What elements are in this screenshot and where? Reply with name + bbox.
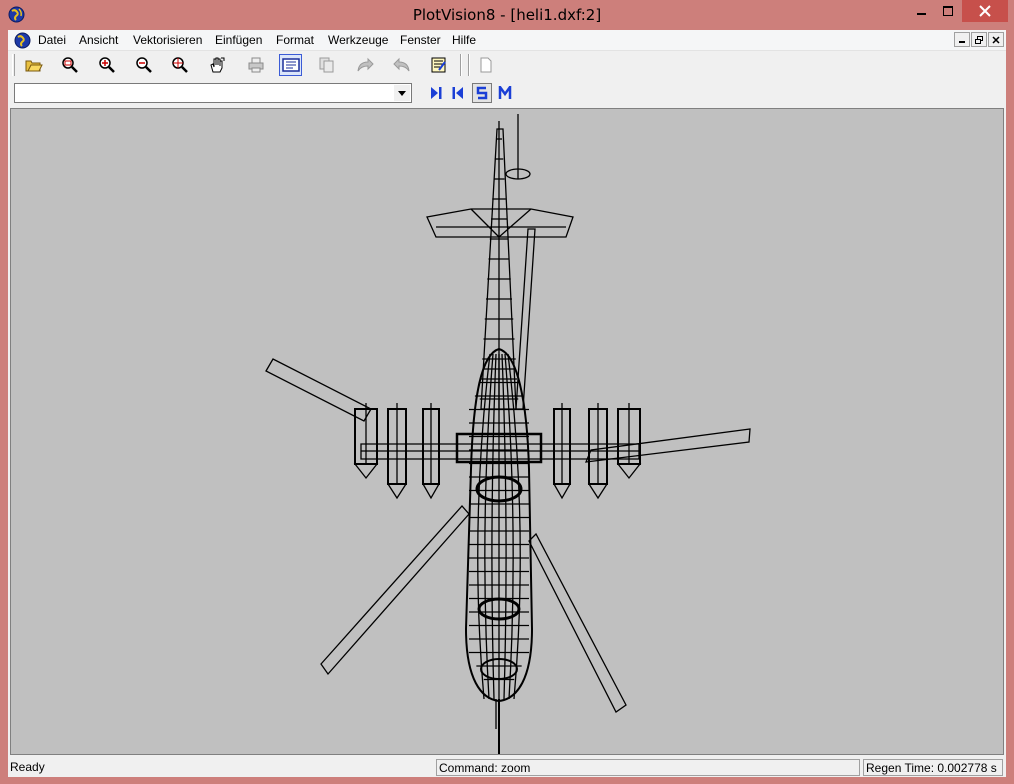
app-window: PlotVision8 - [heli1.dxf:2] Datei Ansich… (0, 0, 1014, 784)
new-page-icon (480, 57, 491, 73)
fuselage-stringer (507, 353, 521, 700)
rotor-blade (584, 428, 751, 463)
last-layout-icon (431, 87, 442, 99)
minimize-button[interactable] (908, 0, 935, 22)
zoom-in-icon (98, 57, 115, 73)
fuselage-stringer (501, 353, 507, 700)
mdi-close-button[interactable] (988, 32, 1004, 47)
copy-button[interactable] (315, 54, 338, 76)
menu-bar: Datei Ansicht Vektorisieren Einfügen For… (8, 30, 1006, 51)
mdi-controls (954, 32, 1004, 47)
open-folder-icon (25, 60, 43, 72)
toolbar-separator (468, 54, 470, 76)
rotor-blade (320, 505, 470, 676)
layout-toolbar (8, 80, 1006, 106)
status-bar: Ready Command: zoom Regen Time: 0.002778… (8, 758, 1006, 777)
zoom-out-button[interactable] (132, 54, 155, 76)
document-globe-icon[interactable] (14, 32, 31, 49)
zoom-extents-button[interactable] (168, 54, 191, 76)
model-space-icon (476, 86, 488, 100)
model-space-button[interactable] (472, 83, 492, 103)
last-layout-button[interactable] (426, 83, 446, 103)
status-regen-time: Regen Time: 0.002778 s (863, 759, 1003, 776)
toolbar-grip[interactable] (12, 54, 15, 76)
properties-icon (431, 57, 446, 73)
first-layout-button[interactable] (448, 83, 468, 103)
chevron-down-icon (398, 90, 406, 96)
menu-werkzeuge[interactable]: Werkzeuge (328, 33, 388, 47)
stabilizer-rib (498, 208, 532, 238)
restore-icon (975, 35, 983, 44)
zoom-window-button[interactable] (58, 54, 81, 76)
main-toolbar (8, 51, 1006, 79)
print-button[interactable] (244, 54, 267, 76)
menu-einfuegen[interactable]: Einfügen (215, 33, 262, 47)
weapon-pod-tip (616, 463, 642, 480)
drawing-viewport[interactable] (10, 108, 1004, 755)
redo-button[interactable] (353, 54, 376, 76)
zoom-in-button[interactable] (95, 54, 118, 76)
minimize-icon (916, 13, 926, 15)
first-layout-icon (452, 87, 463, 99)
weapon-pod-tip (353, 463, 379, 480)
menu-datei[interactable]: Datei (38, 33, 66, 47)
menu-fenster[interactable]: Fenster (400, 33, 441, 47)
paper-space-button[interactable] (495, 83, 515, 103)
undo-button[interactable] (390, 54, 413, 76)
properties-button[interactable] (427, 54, 450, 76)
close-button[interactable] (962, 0, 1008, 22)
weapon-pod-tip (421, 483, 441, 500)
view-combobox[interactable] (14, 83, 412, 103)
pan-icon (209, 57, 224, 73)
close-icon (979, 5, 991, 17)
redo-icon (357, 57, 374, 72)
undo-icon (392, 57, 409, 72)
window-title: PlotVision8 - [heli1.dxf:2] (412, 6, 602, 24)
weapon-pod-tip (552, 483, 572, 500)
menu-ansicht[interactable]: Ansicht (79, 33, 118, 47)
minimize-icon (959, 40, 965, 43)
weapon-pod-tip (386, 483, 408, 500)
print-preview-button[interactable] (279, 54, 302, 76)
stabilizer-rib (470, 208, 500, 238)
zoom-window-icon (61, 57, 78, 73)
new-page-button[interactable] (474, 54, 497, 76)
pan-button[interactable] (205, 54, 228, 76)
mdi-restore-button[interactable] (971, 32, 987, 47)
toolbar-separator (460, 54, 462, 76)
print-icon (248, 57, 263, 73)
close-icon (992, 35, 1000, 44)
status-ready: Ready (10, 760, 45, 774)
menu-hilfe[interactable]: Hilfe (452, 33, 476, 47)
mdi-minimize-button[interactable] (954, 32, 970, 47)
status-command: Command: zoom (436, 759, 860, 776)
paper-space-icon (498, 86, 512, 99)
title-bar[interactable]: PlotVision8 - [heli1.dxf:2] (0, 0, 1014, 30)
zoom-extents-icon (171, 57, 188, 73)
helicopter-drawing (265, 114, 751, 754)
open-button[interactable] (22, 54, 45, 76)
fuselage-stringer (491, 353, 497, 700)
print-preview-icon (281, 58, 300, 72)
rotor-blade (528, 532, 627, 713)
menu-format[interactable]: Format (276, 33, 314, 47)
fuselage-stringer (477, 353, 491, 700)
horizontal-stabilizer (426, 208, 574, 238)
menu-vektorisieren[interactable]: Vektorisieren (133, 33, 202, 47)
zoom-out-icon (135, 57, 152, 73)
combobox-dropdown-button[interactable] (394, 85, 410, 101)
maximize-icon (943, 6, 953, 16)
copy-icon (319, 57, 333, 73)
maximize-button[interactable] (935, 0, 961, 22)
client-area: Datei Ansicht Vektorisieren Einfügen For… (8, 30, 1006, 777)
weapon-pod-tip (587, 483, 609, 500)
